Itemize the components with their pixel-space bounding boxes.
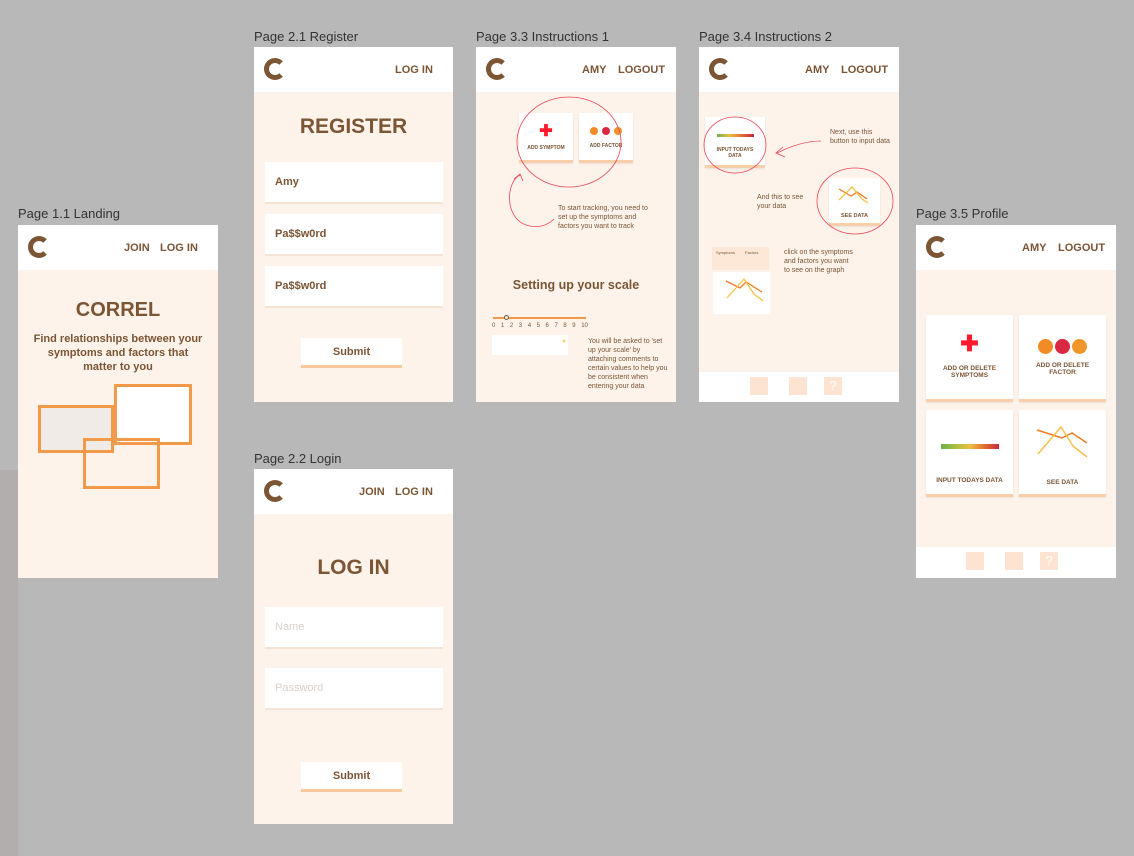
tick: 1 bbox=[500, 323, 505, 329]
bottom-nav: ? bbox=[699, 372, 899, 402]
join-link[interactable]: JOIN bbox=[359, 486, 385, 498]
artboard-label: Page 3.3 Instructions 1 bbox=[476, 29, 609, 44]
password-field[interactable]: Password bbox=[265, 668, 443, 708]
app-title: CORREL bbox=[75, 299, 161, 321]
login-link[interactable]: LOG IN bbox=[395, 64, 433, 76]
grid-icon[interactable] bbox=[750, 377, 768, 395]
slider-handle[interactable] bbox=[504, 315, 509, 320]
chart-icon[interactable] bbox=[789, 377, 807, 395]
artboard-profile[interactable]: AMY LOGOUT ✚ ADD OR DELETE SYMPTOMS ADD … bbox=[916, 225, 1116, 578]
legend-factors: Factors bbox=[745, 250, 759, 255]
submit-button[interactable]: Submit bbox=[301, 338, 402, 368]
logo-icon[interactable] bbox=[264, 480, 286, 502]
header: LOG IN bbox=[254, 47, 453, 92]
grid-icon[interactable] bbox=[966, 552, 984, 570]
join-link[interactable]: JOIN bbox=[124, 242, 150, 254]
card-label: ADD OR DELETE FACTOR bbox=[1035, 362, 1090, 376]
add-symptoms-card[interactable]: ✚ ADD OR DELETE SYMPTOMS bbox=[926, 315, 1013, 402]
instruction-text: Next, use this button to input data bbox=[830, 129, 890, 145]
line-chart-icon bbox=[725, 277, 764, 302]
help-icon[interactable]: ? bbox=[824, 377, 842, 395]
tick: 2 bbox=[509, 323, 514, 329]
logo-icon[interactable] bbox=[28, 236, 50, 258]
password-field[interactable]: Pa$$w0rd bbox=[265, 214, 443, 254]
page-title: REGISTER bbox=[299, 115, 408, 138]
bottom-nav: ? bbox=[916, 547, 1116, 578]
instruction-text: And this to see your data bbox=[757, 194, 804, 210]
login-link[interactable]: LOG IN bbox=[395, 486, 433, 498]
artboard-label: Page 2.1 Register bbox=[254, 29, 359, 44]
legend-panel[interactable]: Symptoms Factors bbox=[712, 247, 769, 270]
header: JOIN LOG IN bbox=[254, 469, 453, 514]
illustration-rect bbox=[114, 384, 192, 445]
header: AMY LOGOUT bbox=[916, 225, 1116, 270]
annotation-circles bbox=[703, 116, 894, 235]
sleep-icon bbox=[1055, 339, 1070, 354]
login-link[interactable]: LOG IN bbox=[160, 242, 198, 254]
tick: 0 bbox=[492, 323, 496, 329]
tick: 8 bbox=[563, 323, 567, 329]
instruction-text: You will be asked to 'set up your scale'… bbox=[588, 338, 668, 390]
section-title: Setting up your scale bbox=[512, 278, 640, 292]
legend-symptoms: Symptoms bbox=[716, 250, 735, 255]
card-label: SEE DATA bbox=[1046, 479, 1079, 486]
artboard-label: Page 3.5 Profile bbox=[916, 206, 1009, 221]
logo-icon[interactable] bbox=[926, 236, 948, 258]
confirm-password-field[interactable]: Pa$$w0rd bbox=[265, 266, 443, 306]
plus-icon: ✚ bbox=[960, 331, 979, 356]
lightbulb-icon: ● bbox=[561, 338, 566, 345]
artboard-instructions-1[interactable]: AMY LOGOUT ✚ ADD SYMPTOM ADD FACTOR To s… bbox=[476, 47, 676, 402]
artboard-instructions-2[interactable]: AMY LOGOUT INPUT TODAYS DATA SEE DATA Ne… bbox=[699, 47, 899, 402]
factor-icons bbox=[1019, 339, 1106, 354]
help-icon[interactable]: ? bbox=[1040, 552, 1058, 570]
line-chart-icon bbox=[1036, 425, 1087, 458]
food-icon bbox=[1038, 339, 1053, 354]
card-label: INPUT TODAYS DATA bbox=[936, 477, 1003, 484]
see-data-card[interactable]: SEE DATA bbox=[1019, 410, 1106, 497]
mini-graph bbox=[713, 272, 770, 314]
add-factor-card[interactable]: ADD OR DELETE FACTOR bbox=[1019, 315, 1106, 402]
scale-bar-icon bbox=[940, 444, 999, 449]
logout-link[interactable]: LOGOUT bbox=[1058, 242, 1105, 254]
tagline: Find relationships between your symptoms… bbox=[33, 333, 203, 373]
name-field[interactable]: Name bbox=[265, 607, 443, 647]
tick: 9 bbox=[572, 323, 576, 329]
submit-button[interactable]: Submit bbox=[301, 762, 402, 792]
artboard-label: Page 3.4 Instructions 2 bbox=[699, 29, 832, 44]
tick: 5 bbox=[536, 323, 540, 329]
artboard-landing[interactable]: JOIN LOG IN CORREL Find relationships be… bbox=[18, 225, 218, 578]
tick: 7 bbox=[554, 323, 558, 329]
name-field[interactable]: Amy bbox=[265, 162, 443, 202]
header: JOIN LOG IN bbox=[18, 225, 218, 270]
tick: 4 bbox=[527, 323, 532, 329]
instruction-text: To start tracking, you need to set up th… bbox=[558, 205, 648, 230]
artboard-label: Page 2.2 Login bbox=[254, 451, 342, 466]
tick: 10 bbox=[581, 323, 588, 329]
logo-icon[interactable] bbox=[264, 58, 286, 80]
tick: 6 bbox=[545, 323, 549, 329]
instruction-text: click on the symptoms and factors you wa… bbox=[784, 249, 853, 274]
exercise-icon bbox=[1072, 339, 1087, 354]
scale-ticks: 0 1 2 3 4 5 6 7 8 9 10 bbox=[492, 323, 588, 329]
comment-box[interactable]: ● bbox=[492, 335, 568, 355]
artboard-register[interactable]: LOG IN REGISTER Amy Pa$$w0rd Pa$$w0rd Su… bbox=[254, 47, 453, 402]
canvas-strip bbox=[0, 470, 18, 856]
card-label: ADD OR DELETE SYMPTOMS bbox=[942, 365, 997, 379]
tick: 3 bbox=[518, 323, 523, 329]
artboard-login[interactable]: JOIN LOG IN LOG IN Name Password Submit bbox=[254, 469, 453, 824]
illustration-rect bbox=[83, 438, 160, 489]
chart-icon[interactable] bbox=[1005, 552, 1023, 570]
artboard-label: Page 1.1 Landing bbox=[18, 206, 120, 221]
user-link[interactable]: AMY bbox=[1022, 242, 1046, 254]
input-data-card[interactable]: INPUT TODAYS DATA bbox=[926, 410, 1013, 497]
page-title: LOG IN bbox=[317, 556, 390, 579]
